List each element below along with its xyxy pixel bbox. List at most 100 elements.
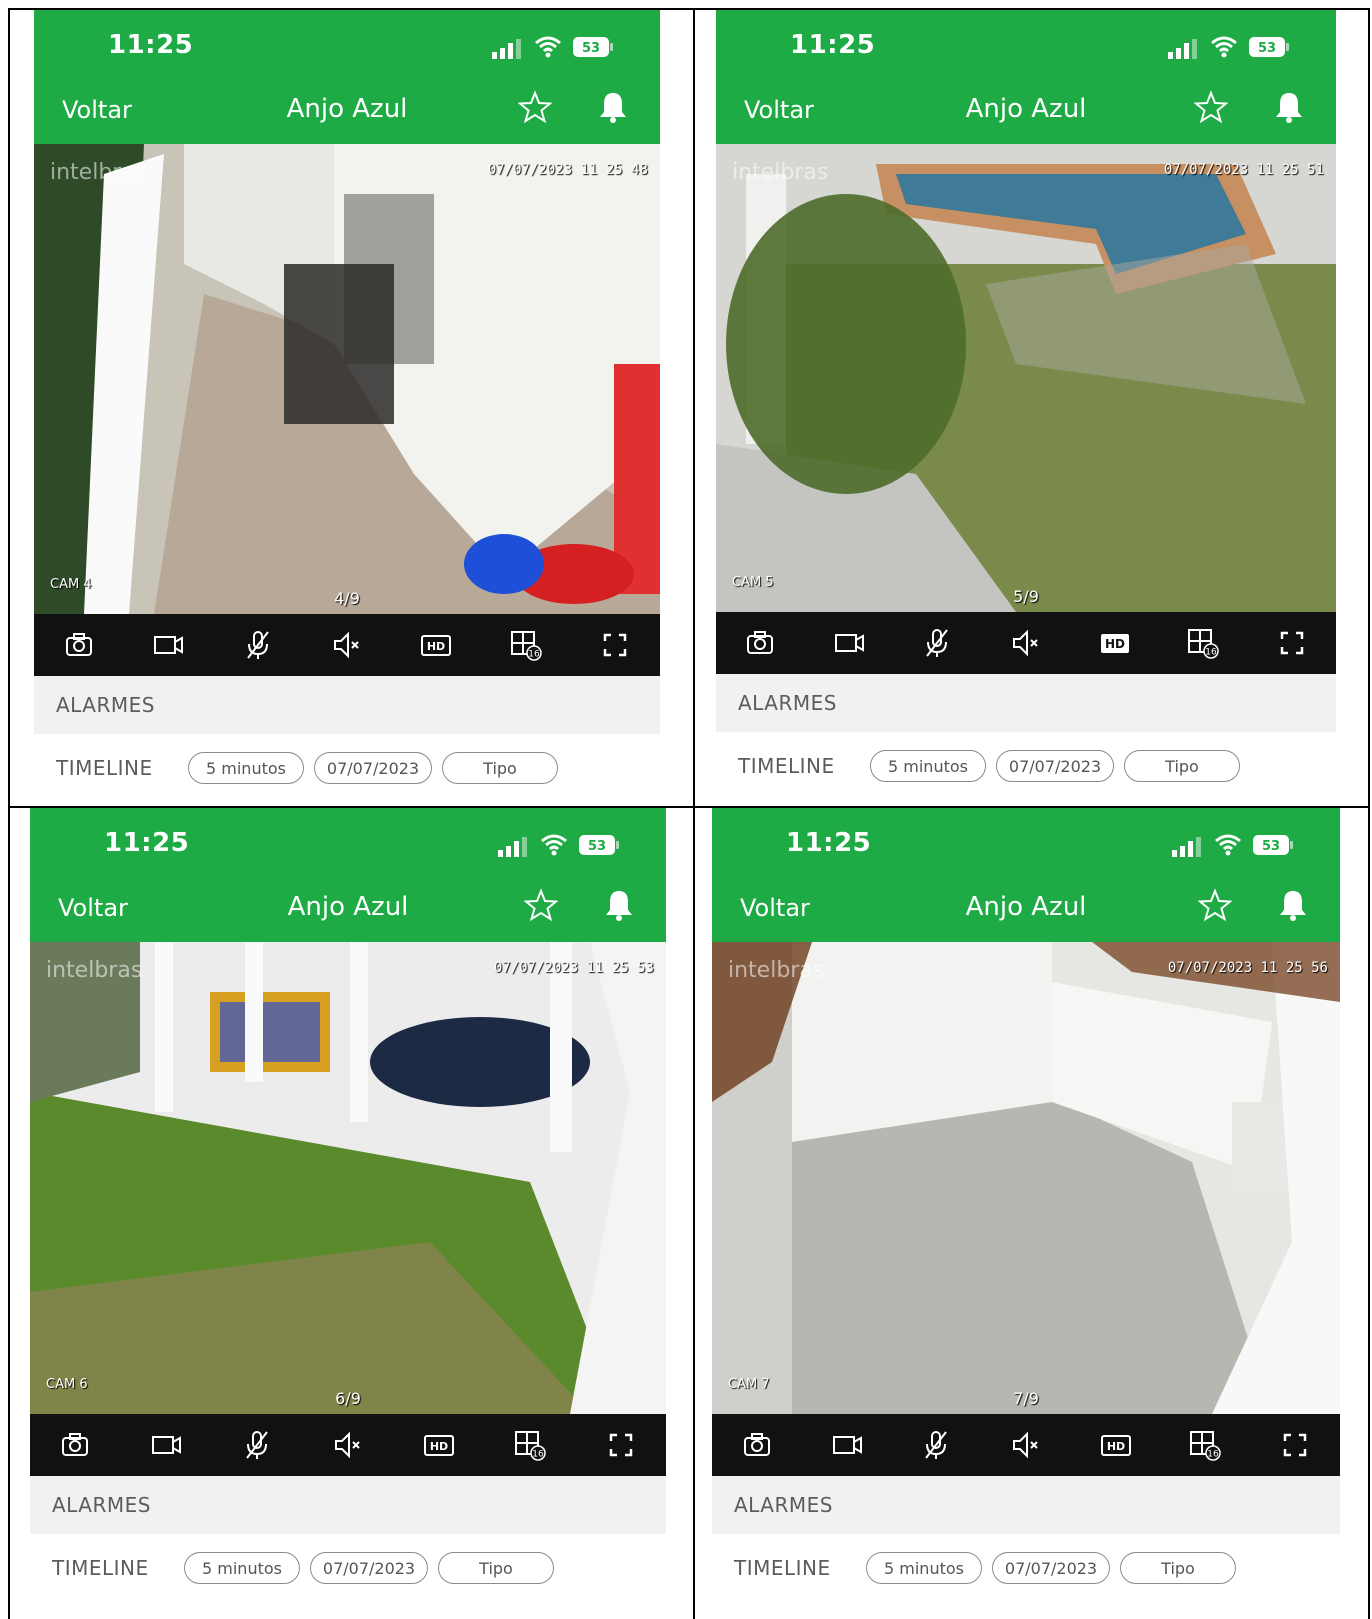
video-record-icon[interactable]: [830, 1428, 864, 1462]
feed-timestamp: 07/07/2023 11 25 48: [487, 162, 648, 178]
back-button[interactable]: Voltar: [744, 96, 814, 124]
wifi-icon: [535, 36, 561, 58]
timeline-type-button[interactable]: Tipo: [442, 752, 558, 784]
camera-feed[interactable]: intelbras 07/07/2023 11 25 48 CAM 4 4/9: [34, 144, 660, 614]
timeline-range-button[interactable]: 5 minutos: [188, 752, 304, 784]
grid-16-icon[interactable]: 16: [513, 1428, 547, 1462]
timeline-date-button[interactable]: 07/07/2023: [996, 750, 1114, 782]
mic-off-icon[interactable]: [240, 1428, 274, 1462]
star-icon[interactable]: [1194, 90, 1228, 124]
signal-icon: [1168, 39, 1197, 59]
back-button[interactable]: Voltar: [740, 894, 810, 922]
bell-icon[interactable]: [598, 90, 628, 124]
mic-off-icon[interactable]: [919, 1428, 953, 1462]
bell-icon[interactable]: [604, 888, 634, 922]
page-title: Anjo Azul: [287, 892, 409, 922]
camera-icon[interactable]: [58, 1428, 92, 1462]
wifi-icon: [541, 834, 567, 856]
camera-panel: 11:25 53 Voltar Anjo Azul intelbras 07/0…: [716, 10, 1336, 790]
grid-16-icon[interactable]: 16: [509, 628, 543, 662]
star-icon[interactable]: [1198, 888, 1232, 922]
bell-icon[interactable]: [1274, 90, 1304, 124]
nav-bar: Voltar Anjo Azul: [34, 72, 660, 144]
nav-bar: Voltar Anjo Azul: [712, 870, 1340, 942]
video-record-icon[interactable]: [149, 1428, 183, 1462]
hd-icon[interactable]: HD: [1099, 1428, 1133, 1462]
timeline-type-button[interactable]: Tipo: [1120, 1552, 1236, 1584]
hd-icon[interactable]: HD: [419, 628, 453, 662]
speaker-mute-icon[interactable]: [330, 628, 364, 662]
alarms-section[interactable]: ALARMES: [712, 1476, 1340, 1534]
video-record-icon[interactable]: [151, 628, 185, 662]
wifi-icon: [1215, 834, 1241, 856]
grid-16-icon[interactable]: 16: [1186, 626, 1220, 660]
speaker-mute-icon[interactable]: [1009, 626, 1043, 660]
camera-panel: 11:25 53 Voltar Anjo Azul intelbras 07/0…: [30, 808, 666, 1592]
feed-toolbar: HD 16: [716, 612, 1336, 674]
timeline-date-button[interactable]: 07/07/2023: [310, 1552, 428, 1584]
fullscreen-icon[interactable]: [1278, 1428, 1312, 1462]
camera-icon[interactable]: [743, 626, 777, 660]
svg-text:53: 53: [1258, 41, 1276, 56]
video-record-icon[interactable]: [832, 626, 866, 660]
alarms-section[interactable]: ALARMES: [716, 674, 1336, 732]
hd-icon[interactable]: HD: [422, 1428, 456, 1462]
alarms-section[interactable]: ALARMES: [34, 676, 660, 734]
back-button[interactable]: Voltar: [58, 894, 128, 922]
grid-divider-vertical: [693, 8, 695, 1619]
fullscreen-icon[interactable]: [598, 628, 632, 662]
feed-toolbar: HD 16: [712, 1414, 1340, 1476]
speaker-mute-icon[interactable]: [1009, 1428, 1043, 1462]
speaker-mute-icon[interactable]: [331, 1428, 365, 1462]
battery-icon: 53: [1249, 37, 1289, 57]
timeline-label: TIMELINE: [56, 756, 153, 780]
star-icon[interactable]: [518, 90, 552, 124]
brand-watermark: intelbras: [732, 160, 829, 185]
camera-icon[interactable]: [62, 628, 96, 662]
grid-16-icon[interactable]: 16: [1188, 1428, 1222, 1462]
svg-text:HD: HD: [430, 1440, 448, 1453]
feed-timestamp: 07/07/2023 11 25 53: [493, 960, 654, 976]
battery-icon: 53: [579, 835, 619, 855]
hd-icon[interactable]: HD: [1098, 626, 1132, 660]
fullscreen-icon[interactable]: [1275, 626, 1309, 660]
svg-text:16: 16: [528, 650, 540, 660]
alarms-label: ALARMES: [738, 691, 837, 715]
timeline-date-button[interactable]: 07/07/2023: [314, 752, 432, 784]
page-title: Anjo Azul: [965, 892, 1087, 922]
timeline-label: TIMELINE: [734, 1556, 831, 1580]
signal-icon: [492, 39, 521, 59]
grid-border-right: [1368, 8, 1370, 1619]
fullscreen-icon[interactable]: [604, 1428, 638, 1462]
camera-label: CAM 4: [50, 577, 92, 592]
camera-feed[interactable]: intelbras 07/07/2023 11 25 53 CAM 6 6/9: [30, 942, 666, 1414]
camera-feed[interactable]: intelbras 07/07/2023 11 25 51 CAM 5 5/9: [716, 144, 1336, 612]
grid-border-left: [8, 8, 10, 1619]
feed-toolbar: HD 16: [30, 1414, 666, 1476]
timeline-date-button[interactable]: 07/07/2023: [992, 1552, 1110, 1584]
mic-off-icon[interactable]: [241, 628, 275, 662]
camera-icon[interactable]: [740, 1428, 774, 1462]
timeline-range-button[interactable]: 5 minutos: [870, 750, 986, 782]
bell-icon[interactable]: [1278, 888, 1308, 922]
camera-counter: 7/9: [1013, 1389, 1039, 1408]
timeline-range-button[interactable]: 5 minutos: [184, 1552, 300, 1584]
star-icon[interactable]: [524, 888, 558, 922]
timeline-type-button[interactable]: Tipo: [438, 1552, 554, 1584]
brand-watermark: intelbras: [50, 160, 147, 185]
camera-feed[interactable]: intelbras 07/07/2023 11 25 56 CAM 7 7/9: [712, 942, 1340, 1414]
svg-text:16: 16: [532, 1450, 544, 1460]
status-bar: 11:25 53: [712, 808, 1340, 870]
camera-panel: 11:25 53 Voltar Anjo Azul intelbras 07/0…: [34, 10, 660, 792]
svg-text:HD: HD: [427, 640, 445, 653]
timeline-range-button[interactable]: 5 minutos: [866, 1552, 982, 1584]
camera-label: CAM 5: [732, 575, 774, 590]
mic-off-icon[interactable]: [920, 626, 954, 660]
svg-text:53: 53: [588, 839, 606, 854]
battery-icon: 53: [573, 37, 613, 57]
alarms-section[interactable]: ALARMES: [30, 1476, 666, 1534]
brand-watermark: intelbras: [728, 958, 825, 983]
status-bar: 11:25 53: [34, 10, 660, 72]
timeline-type-button[interactable]: Tipo: [1124, 750, 1240, 782]
back-button[interactable]: Voltar: [62, 96, 132, 124]
